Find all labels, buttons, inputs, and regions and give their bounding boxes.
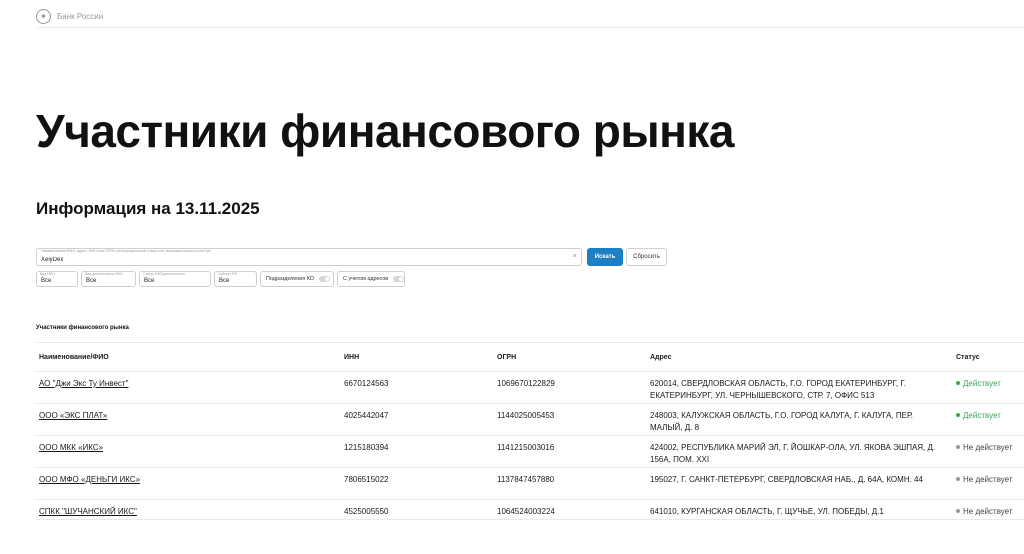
filter-caption: Вид НФО bbox=[40, 272, 55, 276]
cell-ogrn: 1064524003224 bbox=[494, 499, 647, 520]
logo-text[interactable]: Банк России bbox=[57, 12, 103, 21]
search-field[interactable]: Наименование/ФИО, адрес, ИНН или ОГРН, р… bbox=[36, 248, 582, 266]
cell-name: ООО МКК «ИКС» bbox=[36, 435, 341, 468]
toggle-with-addresses[interactable]: С учетом адресов bbox=[337, 271, 405, 287]
cell-status: Не действует bbox=[953, 467, 1024, 500]
status-text: Действует bbox=[963, 379, 1001, 388]
table-header-row: Наименование/ФИО ИНН ОГРН Адрес Статус bbox=[36, 342, 1024, 372]
participant-link[interactable]: АО "Джи Экс Ту Инвест" bbox=[39, 379, 128, 388]
cell-ogrn: 1137847457880 bbox=[494, 467, 647, 500]
toggle-label: С учетом адресов bbox=[343, 276, 389, 282]
cell-name: ООО МФО «ДЕНЬГИ ИКС» bbox=[36, 467, 341, 500]
filter-nfo-type[interactable]: Вид НФО Все bbox=[36, 271, 78, 287]
status-text: Не действует bbox=[963, 507, 1013, 516]
clear-search-icon[interactable]: × bbox=[573, 253, 577, 260]
status-badge: Действует bbox=[956, 411, 1001, 420]
search-caption: Наименование/ФИО, адрес, ИНН или ОГРН, р… bbox=[41, 249, 211, 253]
filter-caption: Вид деятельности НФО bbox=[85, 272, 123, 276]
table-row: АО "Джи Экс Ту Инвест" 6670124563 106967… bbox=[36, 371, 1024, 404]
cell-ogrn: 1144025005453 bbox=[494, 403, 647, 436]
filter-value: Все bbox=[41, 278, 52, 284]
cell-status: Не действует bbox=[953, 435, 1024, 468]
cell-name: СПКК "ШУЧАНСКИЙ ИКС" bbox=[36, 499, 341, 520]
status-badge: Не действует bbox=[956, 507, 1013, 516]
table-row: ООО МКК «ИКС» 1215180394 1141215003016 4… bbox=[36, 435, 1024, 468]
status-dot-icon bbox=[956, 381, 960, 385]
reset-button[interactable]: Сбросить bbox=[626, 248, 667, 266]
cell-status: Действует bbox=[953, 371, 1024, 404]
filter-activity-type[interactable]: Вид деятельности НФО Все bbox=[81, 271, 136, 287]
cell-inn: 1215180394 bbox=[341, 435, 494, 468]
status-badge: Не действует bbox=[956, 475, 1013, 484]
results-table: Наименование/ФИО ИНН ОГРН Адрес Статус А… bbox=[36, 342, 1024, 520]
filter-value: Все bbox=[144, 278, 155, 284]
cell-name: ООО «ЭКС ПЛАТ» bbox=[36, 403, 341, 436]
cell-address: 424002, РЕСПУБЛИКА МАРИЙ ЭЛ, Г. ЙОШКАР-О… bbox=[647, 435, 953, 468]
cell-inn: 4525005550 bbox=[341, 499, 494, 520]
filter-value: Все bbox=[219, 278, 230, 284]
cell-inn: 7806515022 bbox=[341, 467, 494, 500]
cell-inn: 4025442047 bbox=[341, 403, 494, 436]
cell-status: Не действует bbox=[953, 499, 1024, 520]
filter-status[interactable]: Статус НФО/деятельности Все bbox=[139, 271, 211, 287]
status-badge: Не действует bbox=[956, 443, 1013, 452]
status-text: Не действует bbox=[963, 443, 1013, 452]
participant-link[interactable]: ООО МКК «ИКС» bbox=[39, 443, 103, 452]
cell-status: Действует bbox=[953, 403, 1024, 436]
cell-address: 620014, СВЕРДЛОВСКАЯ ОБЛАСТЬ, Г.О. ГОРОД… bbox=[647, 371, 953, 404]
status-dot-icon bbox=[956, 509, 960, 513]
participant-link[interactable]: ООО МФО «ДЕНЬГИ ИКС» bbox=[39, 475, 140, 484]
page-title: Участники финансового рынка bbox=[36, 105, 735, 157]
participant-link[interactable]: СПКК "ШУЧАНСКИЙ ИКС" bbox=[39, 507, 137, 516]
filter-value: Все bbox=[86, 278, 97, 284]
status-dot-icon bbox=[956, 413, 960, 417]
table-row: СПКК "ШУЧАНСКИЙ ИКС" 4525005550 10645240… bbox=[36, 499, 1024, 520]
column-header-address[interactable]: Адрес bbox=[647, 342, 953, 372]
search-input[interactable] bbox=[41, 255, 561, 265]
cell-ogrn: 1141215003016 bbox=[494, 435, 647, 468]
cell-address: 248003, КАЛУЖСКАЯ ОБЛАСТЬ, Г.О. ГОРОД КА… bbox=[647, 403, 953, 436]
column-header-name[interactable]: Наименование/ФИО bbox=[36, 342, 341, 372]
column-header-inn[interactable]: ИНН bbox=[341, 342, 494, 372]
participant-link[interactable]: ООО «ЭКС ПЛАТ» bbox=[39, 411, 107, 420]
status-badge: Действует bbox=[956, 379, 1001, 388]
status-text: Не действует bbox=[963, 475, 1013, 484]
cell-address: 641010, КУРГАНСКАЯ ОБЛАСТЬ, Г. ЩУЧЬЕ, УЛ… bbox=[647, 499, 953, 520]
find-button[interactable]: Искать bbox=[587, 248, 623, 266]
toggle-switch[interactable] bbox=[393, 276, 404, 282]
toggle-ko-branches[interactable]: Подразделения КО bbox=[260, 271, 334, 287]
filter-caption: Статус НФО/деятельности bbox=[143, 272, 185, 276]
status-dot-icon bbox=[956, 477, 960, 481]
filter-region[interactable]: Субъект РФ Все bbox=[214, 271, 257, 287]
cell-inn: 6670124563 bbox=[341, 371, 494, 404]
cell-ogrn: 1069670122829 bbox=[494, 371, 647, 404]
cell-address: 195027, Г. САНКТ-ПЕТЕРБУРГ, СВЕРДЛОВСКАЯ… bbox=[647, 467, 953, 500]
table-row: ООО МФО «ДЕНЬГИ ИКС» 7806515022 11378474… bbox=[36, 467, 1024, 500]
toggle-label: Подразделения КО bbox=[266, 276, 314, 282]
filter-caption: Субъект РФ bbox=[218, 272, 237, 276]
top-bar: ✦ Банк России bbox=[36, 6, 1024, 28]
toggle-switch[interactable] bbox=[318, 276, 330, 282]
results-label: Участники финансового рынка bbox=[36, 325, 129, 331]
table-row: ООО «ЭКС ПЛАТ» 4025442047 1144025005453 … bbox=[36, 403, 1024, 436]
status-dot-icon bbox=[956, 445, 960, 449]
info-date-heading: Информация на 13.11.2025 bbox=[36, 199, 260, 218]
column-header-status[interactable]: Статус bbox=[953, 342, 1024, 372]
cell-name: АО "Джи Экс Ту Инвест" bbox=[36, 371, 341, 404]
column-header-ogrn[interactable]: ОГРН bbox=[494, 342, 647, 372]
status-text: Действует bbox=[963, 411, 1001, 420]
bank-emblem-icon[interactable]: ✦ bbox=[36, 9, 51, 24]
